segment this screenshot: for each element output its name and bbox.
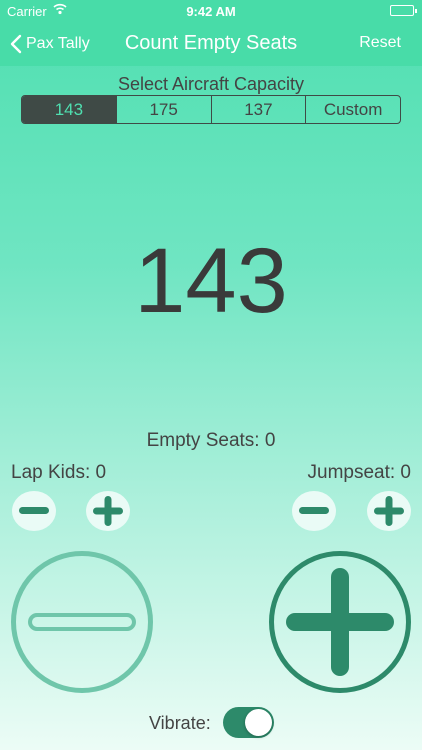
minus-icon [19, 507, 49, 514]
jumpseat-label: Jumpseat: 0 [307, 462, 412, 483]
plus-icon [93, 496, 123, 526]
minus-icon [28, 613, 136, 631]
capacity-option-175[interactable]: 175 [115, 96, 211, 123]
vibrate-label: Vibrate: [149, 713, 211, 733]
capacity-segmented-control: 143 175 137 Custom [21, 95, 401, 124]
decrement-seats-button[interactable] [11, 551, 153, 693]
battery-icon [390, 5, 417, 16]
minus-icon [299, 507, 329, 514]
increment-seats-button[interactable] [269, 551, 411, 693]
capacity-label: Select Aircraft Capacity [117, 74, 305, 94]
jumpseat-minus-button[interactable] [292, 491, 336, 531]
vibrate-toggle[interactable] [223, 707, 274, 738]
plus-icon [286, 568, 394, 676]
toggle-knob [245, 709, 272, 736]
reset-button[interactable]: Reset [359, 34, 401, 52]
capacity-option-143[interactable]: 143 [22, 96, 116, 123]
app-screen: Carrier 9:42 AM Pax Tally Count Empty Se… [0, 0, 422, 750]
empty-seats-label: Empty Seats: 0 [146, 430, 276, 451]
status-time: 9:42 AM [186, 4, 236, 19]
capacity-option-137[interactable]: 137 [210, 96, 306, 123]
lap-kids-label: Lap Kids: 0 [11, 462, 107, 483]
jumpseat-plus-button[interactable] [367, 491, 411, 531]
navigation-bar: Pax Tally Count Empty Seats Reset [0, 22, 422, 66]
capacity-option-custom[interactable]: Custom [305, 96, 400, 123]
seat-counter-display: 143 [134, 230, 288, 332]
lap-kids-minus-button[interactable] [12, 491, 56, 531]
lap-kids-plus-button[interactable] [86, 491, 130, 531]
plus-icon [374, 496, 404, 526]
status-bar: Carrier 9:42 AM [0, 0, 422, 22]
